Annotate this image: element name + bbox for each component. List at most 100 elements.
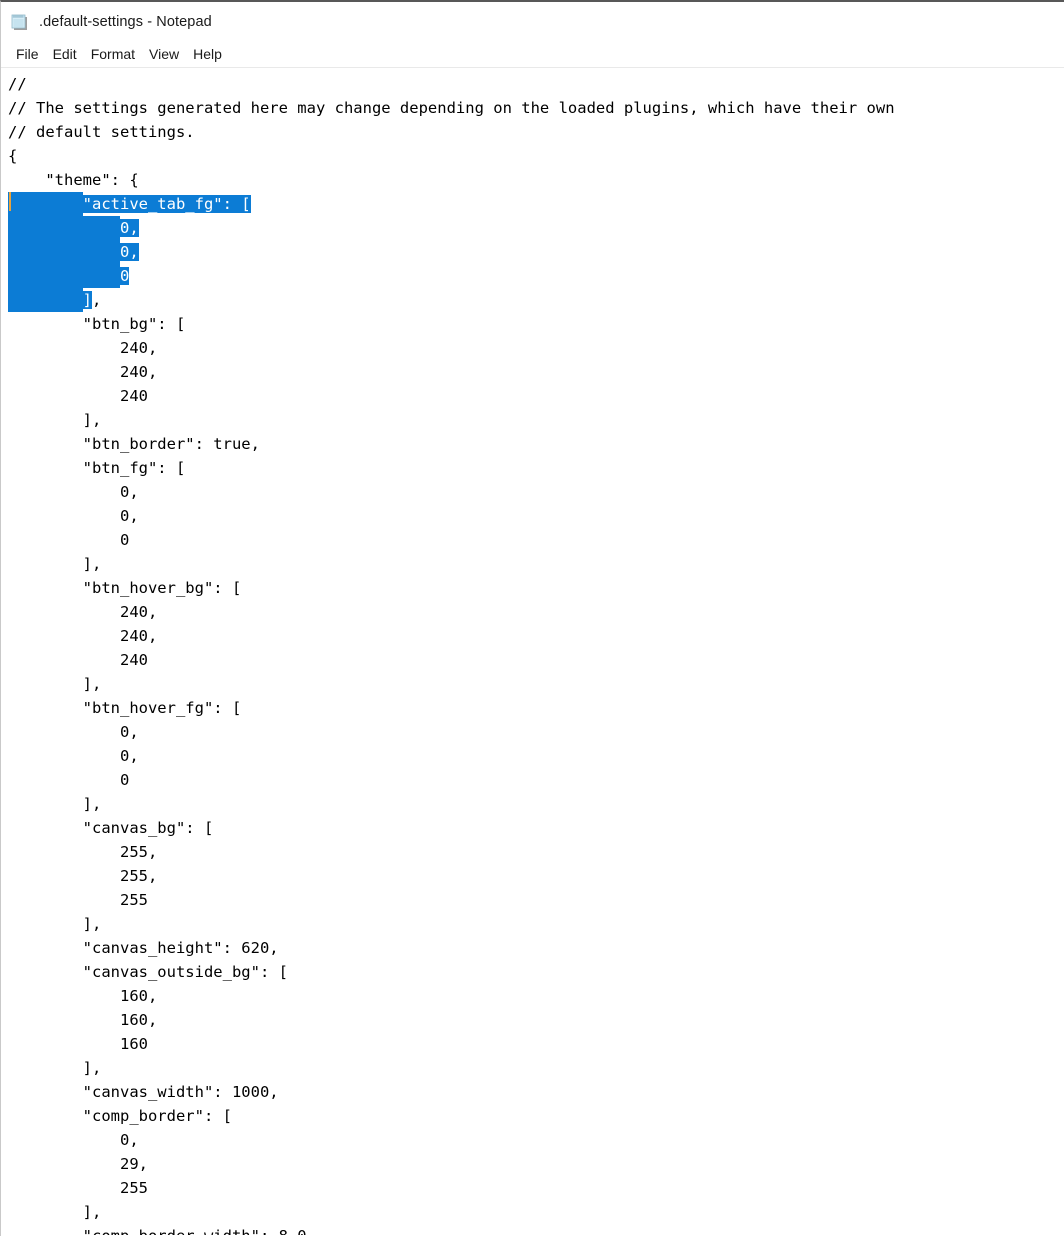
menu-item-view[interactable]: View <box>142 46 186 62</box>
line-text: // <box>8 75 27 93</box>
line-text: ], <box>8 1203 102 1221</box>
line-text: 160, <box>8 1011 158 1029</box>
menu-item-edit[interactable]: Edit <box>46 46 84 62</box>
text-line: 160, <box>1 1008 1064 1032</box>
line-text: 0, <box>8 507 139 525</box>
text-line: 240, <box>1 336 1064 360</box>
line-text: "btn_hover_bg": [ <box>8 579 242 597</box>
text-line: "canvas_width": 1000, <box>1 1080 1064 1104</box>
line-text: "btn_fg": [ <box>8 459 186 477</box>
line-text: "canvas_outside_bg": [ <box>8 963 288 981</box>
text-line: { <box>1 144 1064 168</box>
line-text: ], <box>8 915 102 933</box>
text-line: // default settings. <box>1 120 1064 144</box>
line-text: 160 <box>8 1035 148 1053</box>
line-text: 255, <box>8 843 158 861</box>
text-line: 255, <box>1 840 1064 864</box>
line-text: 255 <box>8 1179 148 1197</box>
line-text: ], <box>8 1059 102 1077</box>
line-text: ], <box>8 411 102 429</box>
text-line: // <box>1 72 1064 96</box>
line-text: 0, <box>8 747 139 765</box>
selected-text: "active_tab_fg": [ <box>82 195 251 213</box>
line-text: 0 <box>8 531 130 549</box>
line-text: ], <box>8 555 102 573</box>
text-line: 255 <box>1 888 1064 912</box>
text-editor-area[interactable]: // // The settings generated here may cha… <box>1 68 1064 1235</box>
text-line: 0 <box>1 528 1064 552</box>
line-text: "theme": { <box>8 171 139 189</box>
text-line: 240 <box>1 648 1064 672</box>
line-text: 255 <box>8 891 148 909</box>
text-line: "btn_border": true, <box>1 432 1064 456</box>
text-line: 0, <box>1 504 1064 528</box>
text-line: "btn_bg": [ <box>1 312 1064 336</box>
text-line: "canvas_height": 620, <box>1 936 1064 960</box>
line-text: 0, <box>8 483 139 501</box>
notepad-window: .default-settings - Notepad File Edit Fo… <box>0 0 1064 1236</box>
line-text: "canvas_bg": [ <box>8 819 214 837</box>
menu-item-format[interactable]: Format <box>84 46 142 62</box>
text-line: "comp_border_width": 8.0, <box>1 1224 1064 1235</box>
line-text: 0 <box>8 771 130 789</box>
notepad-icon <box>10 12 30 32</box>
window-title: .default-settings - Notepad <box>39 13 212 30</box>
line-text: "btn_border": true, <box>8 435 260 453</box>
line-text: // The settings generated here may chang… <box>8 99 895 117</box>
text-line: 0, <box>1 240 1064 264</box>
text-line: "theme": { <box>1 168 1064 192</box>
text-line: 255 <box>1 1176 1064 1200</box>
menu-item-help[interactable]: Help <box>186 46 229 62</box>
text-line: 0 <box>1 264 1064 288</box>
text-line: 255, <box>1 864 1064 888</box>
line-text: ], <box>8 675 102 693</box>
text-line: 160, <box>1 984 1064 1008</box>
text-line: 160 <box>1 1032 1064 1056</box>
line-text: "btn_bg": [ <box>8 315 186 333</box>
line-text: 240, <box>8 363 158 381</box>
line-text: 240 <box>8 651 148 669</box>
text-line: // The settings generated here may chang… <box>1 96 1064 120</box>
selected-text: 0 <box>119 267 130 285</box>
line-text: "comp_border": [ <box>8 1107 232 1125</box>
text-line: "btn_hover_bg": [ <box>1 576 1064 600</box>
line-text: 160, <box>8 987 158 1005</box>
text-line: "active_tab_fg": [ <box>1 192 1064 216</box>
text-line: "canvas_bg": [ <box>1 816 1064 840</box>
line-text: 240, <box>8 627 158 645</box>
text-line: "btn_fg": [ <box>1 456 1064 480</box>
text-line: ], <box>1 288 1064 312</box>
line-text: "btn_hover_fg": [ <box>8 699 242 717</box>
text-line: ], <box>1 552 1064 576</box>
line-text: // default settings. <box>8 123 195 141</box>
line-text: { <box>8 147 18 165</box>
line-text: 0, <box>8 723 139 741</box>
text-line: 240 <box>1 384 1064 408</box>
text-line: ], <box>1 408 1064 432</box>
text-line: ], <box>1 1056 1064 1080</box>
text-line: 0, <box>1 216 1064 240</box>
line-text: ], <box>8 795 102 813</box>
selected-text: 0, <box>119 219 139 237</box>
text-line: ], <box>1 792 1064 816</box>
line-text: 240 <box>8 387 148 405</box>
line-text: 240, <box>8 603 158 621</box>
text-line: 0, <box>1 720 1064 744</box>
menu-item-file[interactable]: File <box>9 46 46 62</box>
text-line: "btn_hover_fg": [ <box>1 696 1064 720</box>
title-bar: .default-settings - Notepad <box>1 2 1064 41</box>
line-text: 29, <box>8 1155 148 1173</box>
line-text: 255, <box>8 867 158 885</box>
line-text: "canvas_width": 1000, <box>8 1083 279 1101</box>
text-line: ], <box>1 1200 1064 1224</box>
line-text: , <box>92 291 102 309</box>
text-line: 240, <box>1 624 1064 648</box>
text-line: ], <box>1 672 1064 696</box>
text-line: "canvas_outside_bg": [ <box>1 960 1064 984</box>
text-line: "comp_border": [ <box>1 1104 1064 1128</box>
